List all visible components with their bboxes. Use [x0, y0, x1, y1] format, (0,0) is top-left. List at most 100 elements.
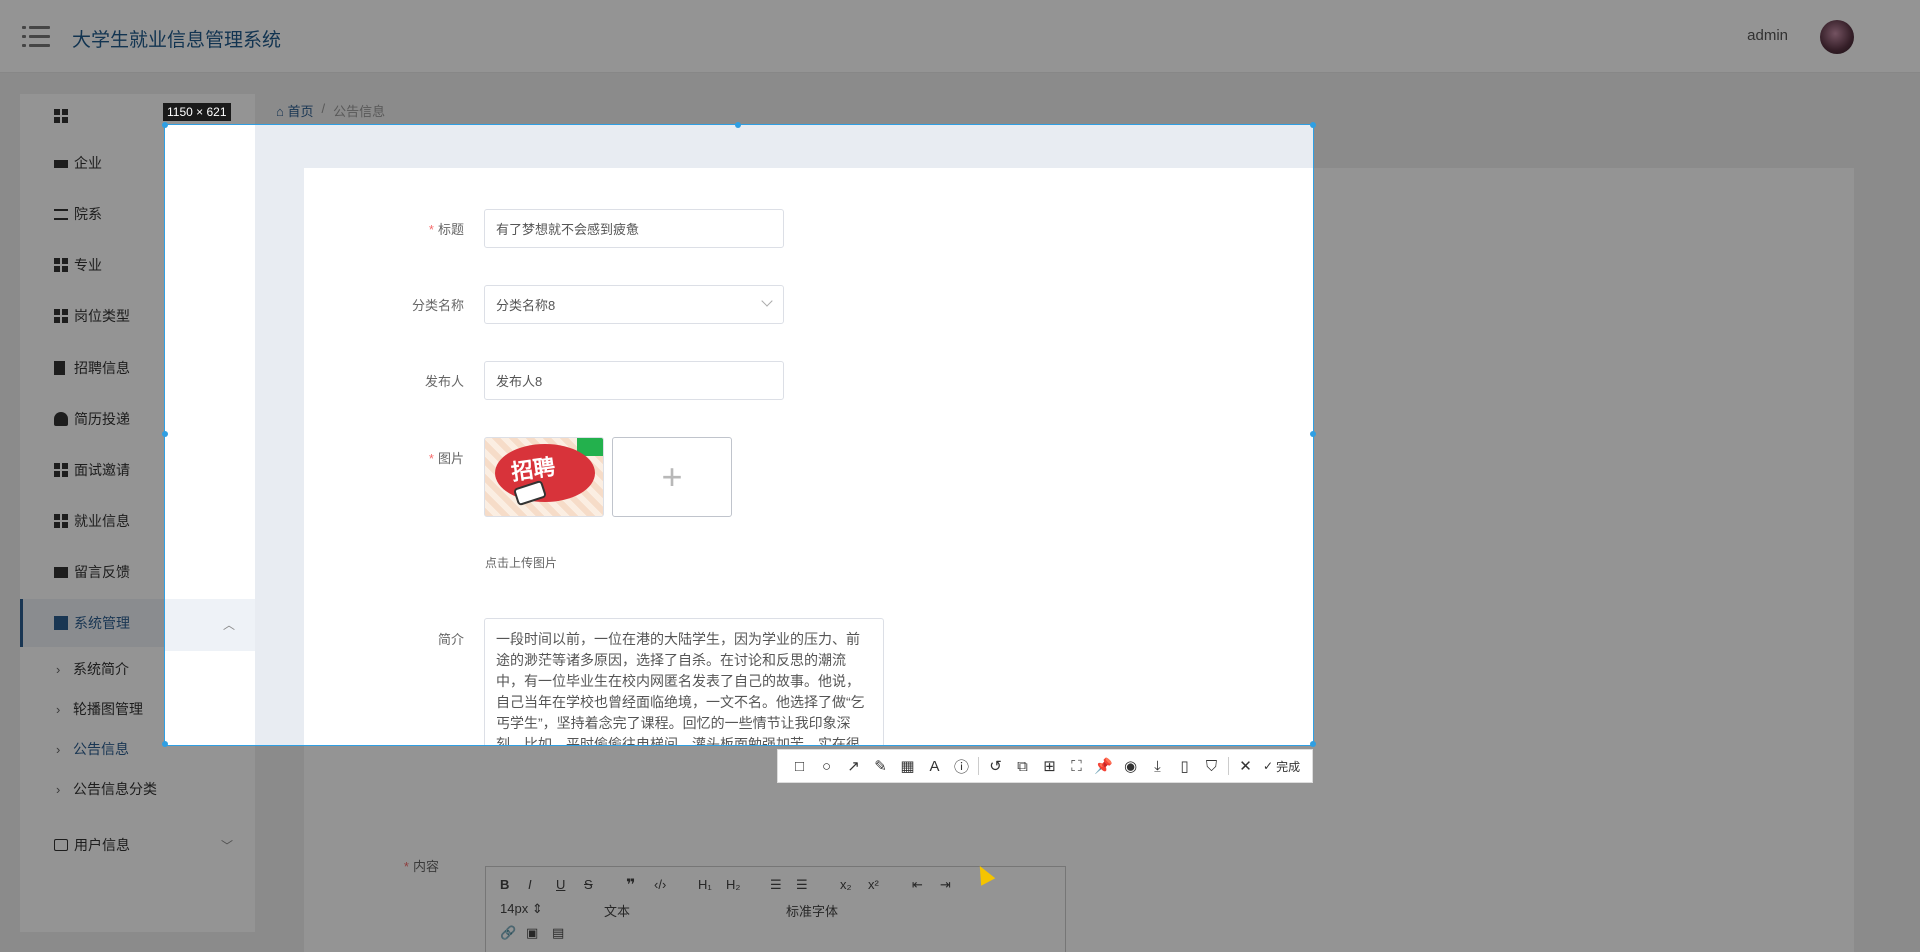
- upload-hint: 点击上传图片: [485, 556, 558, 570]
- resize-handle[interactable]: [162, 122, 168, 128]
- font-size-value: 14px: [500, 901, 529, 916]
- menu-toggle-icon[interactable]: [22, 26, 50, 48]
- h2-button[interactable]: H₂: [726, 877, 740, 892]
- resize-handle[interactable]: [735, 122, 741, 128]
- bullet-list-button[interactable]: ☰: [796, 877, 808, 893]
- image-text: 招聘: [509, 454, 557, 485]
- text-icon[interactable]: A: [921, 753, 948, 779]
- publisher-label: 发布人: [424, 374, 464, 389]
- italic-button[interactable]: I: [528, 877, 532, 892]
- capture-selection[interactable]: ︿ * 标题 有了梦想就不会感到疲惫 分类名称 分类名称8 发布人 发布人8 * 图…: [164, 124, 1314, 746]
- category-select[interactable]: 分类名称8: [484, 285, 784, 324]
- image-label-text: 图片: [437, 451, 464, 466]
- grid-icon: [54, 514, 68, 528]
- chevron-down-icon: [761, 295, 773, 307]
- rectangle-icon[interactable]: □: [786, 753, 813, 779]
- publisher-input[interactable]: 发布人8: [484, 361, 784, 400]
- block-type-value: 文本: [604, 904, 631, 919]
- title-label-text: 标题: [437, 222, 464, 237]
- form-card: * 标题 有了梦想就不会感到疲惫 分类名称 分类名称8 发布人 发布人8 * 图片 …: [304, 168, 1313, 745]
- undo-icon[interactable]: ↺: [982, 753, 1009, 779]
- avatar[interactable]: [1820, 20, 1854, 54]
- category-label: 分类名称: [411, 298, 464, 313]
- indent-button[interactable]: ⇥: [940, 877, 951, 893]
- summary-textarea[interactable]: 一段时间以前，一位在港的大陆学生，因为学业的压力、前途的渺茫等诸多原因，选择了自…: [484, 618, 884, 745]
- toolbar-divider: [978, 757, 979, 775]
- list-icon: [54, 208, 68, 220]
- settings-icon: [54, 616, 68, 630]
- id-card-icon: [54, 839, 68, 851]
- ordered-list-button[interactable]: ☰: [770, 877, 782, 893]
- uploaded-image[interactable]: 招聘: [484, 437, 604, 517]
- resize-handle[interactable]: [1310, 122, 1316, 128]
- pen-icon[interactable]: ✎: [867, 753, 894, 779]
- title-label: * 标题: [428, 222, 464, 237]
- sidebar-sub-notice-category[interactable]: › 公告信息分类: [20, 769, 255, 809]
- category-value: 分类名称8: [496, 298, 556, 313]
- sidebar-item-label: 留言反馈: [74, 564, 130, 580]
- mosaic-icon[interactable]: ▦: [894, 753, 921, 779]
- title-input[interactable]: 有了梦想就不会感到疲惫: [484, 209, 784, 248]
- font-family-value: 标准字体: [786, 904, 839, 919]
- breadcrumb-separator: /: [321, 101, 326, 116]
- breadcrumb-home[interactable]: ⌂ 首页: [276, 101, 313, 120]
- sidebar-item-label: 面试邀请: [74, 462, 130, 478]
- sidebar-item-label: 简历投递: [74, 411, 130, 427]
- ocr-icon[interactable]: ⧉: [1009, 753, 1036, 779]
- user-name[interactable]: admin: [1747, 27, 1788, 44]
- done-button[interactable]: ✓ 完成: [1263, 758, 1300, 775]
- h1-button[interactable]: H₁: [698, 877, 712, 892]
- breadcrumb: ⌂ 首页 / 公告信息: [276, 101, 385, 120]
- chevron-right-icon: ›: [56, 781, 61, 797]
- user-icon: [54, 412, 68, 426]
- sidebar-item-label: 轮播图管理: [73, 701, 143, 717]
- grid-icon: [54, 258, 68, 272]
- arrow-icon[interactable]: ↗: [840, 753, 867, 779]
- breadcrumb-current: 公告信息: [333, 104, 386, 119]
- resize-handle[interactable]: [1310, 431, 1316, 437]
- sidebar-item-label: 院系: [74, 206, 102, 222]
- image-icon[interactable]: ▣: [526, 925, 538, 941]
- download-icon[interactable]: ⤓: [1144, 753, 1171, 779]
- video-icon[interactable]: ▤: [552, 925, 564, 941]
- capture-toolbar: □ ○ ↗ ✎ ▦ A ⓘ ↺ ⧉ ⊞ ⛶ 📌 ◉ ⤓ ▯ ⛉ ✕ ✓ 完成: [777, 749, 1313, 783]
- pin-icon[interactable]: 📌: [1090, 753, 1117, 779]
- chevron-up-icon: ︿: [222, 618, 235, 632]
- upload-add-button[interactable]: +: [612, 437, 732, 517]
- resize-handle[interactable]: [1310, 741, 1316, 747]
- bold-button[interactable]: B: [500, 877, 509, 892]
- number-icon[interactable]: ⓘ: [948, 753, 975, 779]
- record-icon[interactable]: ◉: [1117, 753, 1144, 779]
- phone-icon[interactable]: ▯: [1171, 753, 1198, 779]
- sidebar-item-label: 专业: [74, 257, 102, 273]
- sidebar-item-user-info[interactable]: 用户信息 ﹀: [20, 821, 255, 869]
- sidebar-item-label: 系统简介: [73, 661, 129, 677]
- underline-button[interactable]: U: [556, 877, 565, 892]
- close-icon[interactable]: ✕: [1232, 753, 1259, 779]
- content-label-text: 内容: [412, 859, 439, 874]
- bookmark-icon[interactable]: ⛉: [1198, 753, 1225, 779]
- resize-handle[interactable]: [162, 431, 168, 437]
- selection-size-label: 1150 × 621: [163, 103, 231, 121]
- chevron-right-icon: ›: [56, 701, 61, 717]
- code-button[interactable]: ‹/›: [654, 877, 666, 892]
- done-label: 完成: [1276, 759, 1301, 774]
- block-type-select[interactable]: 文本: [604, 901, 630, 920]
- resize-handle[interactable]: [162, 741, 168, 747]
- summary-label: 简介: [437, 632, 464, 647]
- ellipse-icon[interactable]: ○: [813, 753, 840, 779]
- link-icon[interactable]: 🔗: [500, 925, 516, 941]
- sidebar-item-label: 公告信息分类: [73, 781, 157, 797]
- grid-icon: [54, 109, 68, 123]
- font-family-select[interactable]: 标准字体: [786, 901, 838, 920]
- subscript-button[interactable]: x₂: [840, 877, 852, 892]
- plus-icon: +: [661, 456, 683, 497]
- strike-button[interactable]: S: [584, 877, 593, 892]
- quote-button[interactable]: ❞: [626, 875, 635, 895]
- font-size-select[interactable]: 14px ⇕: [500, 901, 543, 917]
- long-capture-icon[interactable]: ⛶: [1063, 753, 1090, 779]
- superscript-button[interactable]: x²: [868, 877, 879, 892]
- chevron-right-icon: ›: [56, 741, 61, 757]
- outdent-button[interactable]: ⇤: [912, 877, 923, 893]
- translate-icon[interactable]: ⊞: [1036, 753, 1063, 779]
